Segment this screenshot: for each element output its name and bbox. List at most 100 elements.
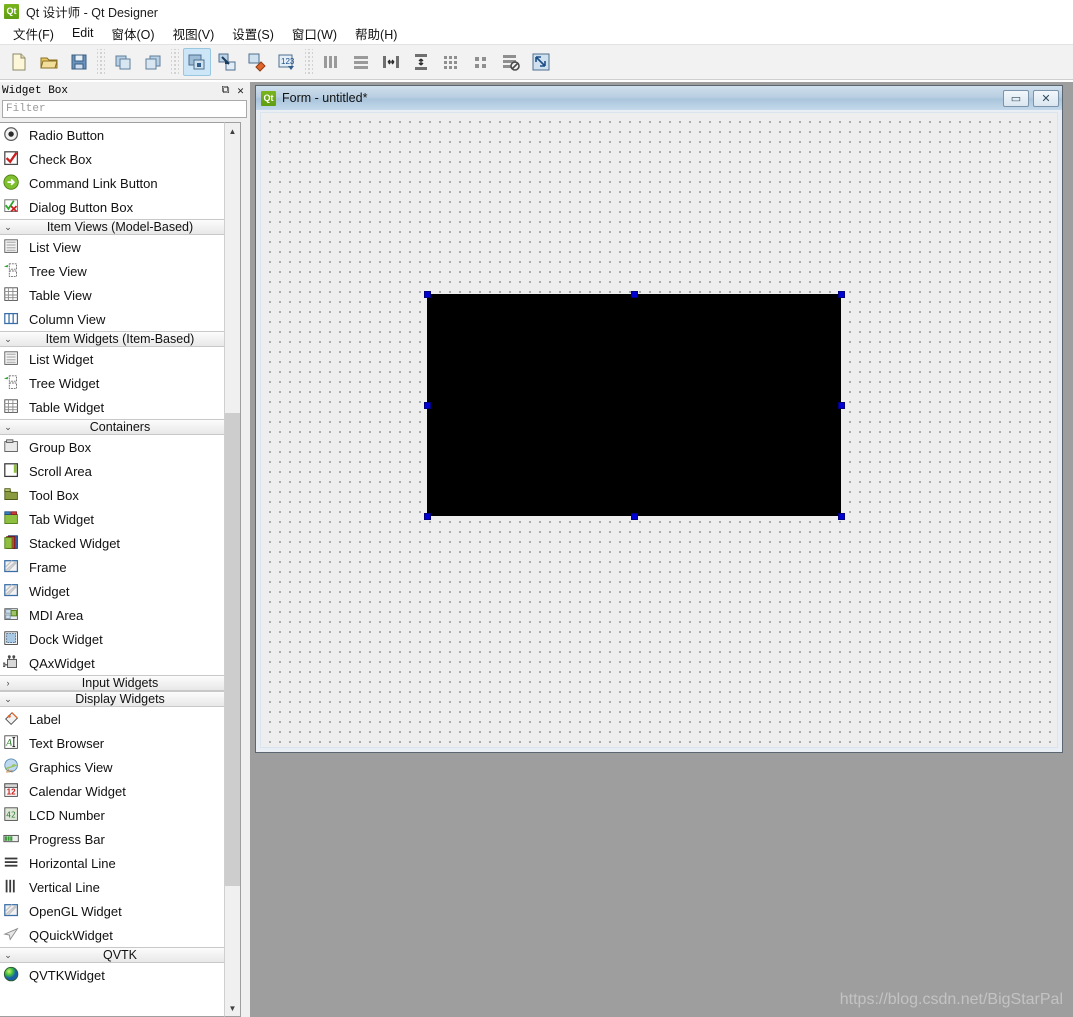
list-item[interactable]: abc Graphics View [0,755,240,779]
widget-group-header[interactable]: ⌄ QVTK [0,947,240,963]
handle-top-left[interactable] [423,290,431,298]
list-item[interactable]: Tab Widget [0,507,240,531]
widget-group-label: Item Views (Model-Based) [46,220,194,234]
handle-bottom-center[interactable] [630,512,638,520]
chevron-down-icon: ⌄ [4,333,12,344]
list-item[interactable]: Horizontal Line [0,851,240,875]
menu-help[interactable]: 帮助(H) [346,22,406,45]
float-icon[interactable]: ⧉ [218,84,233,98]
widget-group-header[interactable]: ⌄ Item Widgets (Item-Based) [0,331,240,347]
scroll-down-icon[interactable]: ▼ [225,1000,240,1016]
list-item[interactable]: Widget [0,579,240,603]
list-item[interactable]: Dialog Button Box [0,195,240,219]
list-item-label: Tab Widget [29,511,95,527]
layout-splitter-v-icon[interactable] [407,48,435,76]
handle-top-center[interactable] [630,290,638,298]
widget-group-header[interactable]: ⌄ Item Views (Model-Based) [0,219,240,235]
widget-box-list[interactable]: Radio Button Check Box Command Link Button… [0,122,241,1017]
toolbar-separator [171,49,179,75]
widget-group-header[interactable]: ⌄ Containers [0,419,240,435]
adjust-size-icon[interactable] [527,48,555,76]
layout-grid-icon[interactable] [437,48,465,76]
layout-vertically-icon[interactable] [347,48,375,76]
mdi-area: Qt Form - untitled* ▭ ✕ https://blog.csd… [250,82,1073,1017]
list-item[interactable]: QVTKWidget [0,963,240,987]
list-item-label: Dialog Button Box [29,199,134,215]
list-item-label: LCD Number [29,807,105,823]
list-item[interactable]: Command Link Button [0,171,240,195]
form-subwindow[interactable]: Qt Form - untitled* ▭ ✕ [255,85,1063,753]
layout-horizontally-icon[interactable] [317,48,345,76]
menu-settings[interactable]: 设置(S) [223,22,283,45]
open-folder-icon[interactable] [35,48,63,76]
list-item[interactable]: Tree Widget [0,371,240,395]
redo-icon[interactable] [139,48,167,76]
list-item[interactable]: 42 LCD Number [0,803,240,827]
widget-group-label: Item Widgets (Item-Based) [45,332,195,346]
list-item[interactable]: Dock Widget [0,627,240,651]
table-view-icon [2,286,22,304]
list-item[interactable]: List Widget [0,347,240,371]
layout-form-icon[interactable] [467,48,495,76]
widget-group-header[interactable]: › Input Widgets [0,675,240,691]
list-item[interactable]: Tool Box [0,483,240,507]
close-button[interactable]: ✕ [1033,89,1059,107]
list-item[interactable]: Scroll Area [0,459,240,483]
list-item[interactable]: Radio Button [0,123,240,147]
menu-edit[interactable]: Edit [63,24,103,42]
list-item[interactable]: 12 Calendar Widget [0,779,240,803]
menu-window[interactable]: 窗口(W) [283,22,346,45]
handle-top-right[interactable] [837,290,845,298]
handle-middle-right[interactable] [837,401,845,409]
list-item[interactable]: MDI Area [0,603,240,627]
frame-icon [2,558,22,576]
new-file-icon[interactable] [5,48,33,76]
calendar-widget-icon: 12 [2,782,22,800]
scrollbar-thumb[interactable] [225,413,240,886]
break-layout-icon[interactable] [497,48,525,76]
widget-box-scrollbar[interactable]: ▲ ▼ [224,122,241,1017]
widget-box-filter-input[interactable]: Filter [2,100,247,118]
list-item[interactable]: List View [0,235,240,259]
list-item[interactable]: Group Box [0,435,240,459]
widget-group-header[interactable]: ⌄ Display Widgets [0,691,240,707]
list-item[interactable]: A Text Browser [0,731,240,755]
list-item[interactable]: OpenGL Widget [0,899,240,923]
layout-splitter-h-icon[interactable] [377,48,405,76]
list-item[interactable]: Progress Bar [0,827,240,851]
scroll-up-icon[interactable]: ▲ [225,123,240,139]
edit-signals-slots-icon[interactable] [213,48,241,76]
table-widget-icon [2,398,22,416]
undo-icon[interactable] [109,48,137,76]
selected-widget[interactable] [427,294,841,516]
list-item[interactable]: Column View [0,307,240,331]
menu-file[interactable]: 文件(F) [4,22,63,45]
opengl-widget-icon [2,902,22,920]
handle-middle-left[interactable] [423,401,431,409]
list-item[interactable]: Check Box [0,147,240,171]
list-item[interactable]: Tree View [0,259,240,283]
list-item[interactable]: Table View [0,283,240,307]
horizontal-line-icon [2,854,22,872]
list-item[interactable]: QAxWidget [0,651,240,675]
menu-view[interactable]: 视图(V) [164,22,224,45]
edit-buddies-icon[interactable] [243,48,271,76]
list-item[interactable]: QQuickWidget [0,923,240,947]
svg-text:12: 12 [7,788,16,797]
close-icon[interactable]: ✕ [233,84,248,98]
form-canvas[interactable] [260,112,1058,748]
handle-bottom-right[interactable] [837,512,845,520]
menu-form[interactable]: 窗体(O) [103,22,164,45]
list-item-label: Check Box [29,151,92,167]
edit-tab-order-icon[interactable]: 123 [273,48,301,76]
list-item[interactable]: Stacked Widget [0,531,240,555]
list-item[interactable]: Label [0,707,240,731]
form-title-bar[interactable]: Qt Form - untitled* ▭ ✕ [256,86,1062,110]
save-icon[interactable] [65,48,93,76]
handle-bottom-left[interactable] [423,512,431,520]
edit-widgets-icon[interactable] [183,48,211,76]
list-item[interactable]: Vertical Line [0,875,240,899]
list-item[interactable]: Table Widget [0,395,240,419]
minimize-button[interactable]: ▭ [1003,89,1029,107]
list-item[interactable]: Frame [0,555,240,579]
